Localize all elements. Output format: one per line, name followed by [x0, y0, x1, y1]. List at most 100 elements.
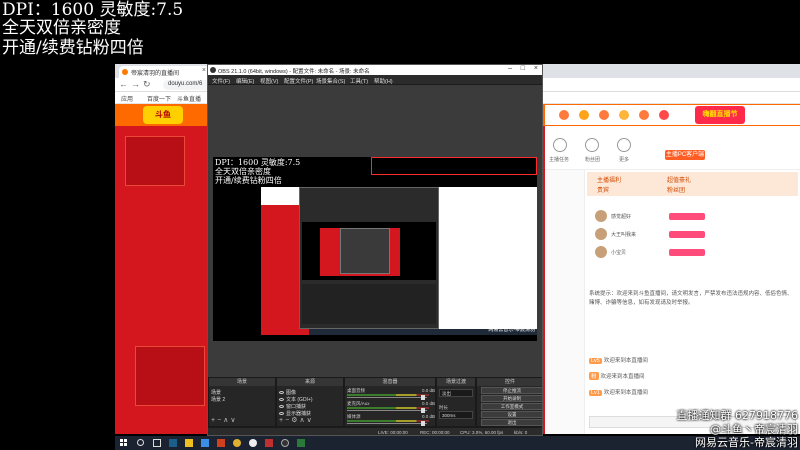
chat-top-toolbar: 主播任务 粉丝团 更多 主播PC客户端	[545, 126, 800, 170]
live-icon[interactable]	[659, 110, 669, 120]
gift-icon[interactable]	[579, 110, 589, 120]
preview-watermark: 直播通知群 627918776 @斗鱼丶帝宸清羽 网易云音乐-帝宸清羽	[484, 315, 535, 333]
start-recording-button[interactable]: 开始录制	[481, 395, 542, 402]
rank-badge	[669, 213, 705, 220]
volume-meter	[347, 394, 429, 396]
menu-profile[interactable]: 配置文件(P)	[284, 77, 313, 85]
minimize-icon[interactable]: –	[508, 65, 512, 72]
menu-help[interactable]: 帮助(H)	[374, 77, 393, 85]
tab-host-benefit[interactable]: 主播福利	[597, 175, 621, 184]
pc-client-button[interactable]: 主播PC客户端	[665, 150, 705, 160]
maximize-icon[interactable]: □	[521, 65, 525, 72]
forward-icon[interactable]: →	[131, 79, 140, 89]
rank-name: 感觉超好	[611, 214, 632, 220]
scene-item[interactable]: 场景	[211, 389, 221, 396]
more-icon[interactable]	[617, 138, 631, 152]
source-item[interactable]: 图像	[279, 389, 296, 396]
preview-overlay-text: DPI：1600 灵敏度:7.5	[215, 158, 301, 167]
bookmark-item[interactable]: 斗鱼直播	[177, 94, 201, 103]
tab-fans[interactable]: 粉丝团	[667, 185, 685, 194]
avatar	[595, 228, 607, 240]
download-icon[interactable]	[639, 110, 649, 120]
dock-title: 混音器	[345, 378, 435, 386]
volume-slider-handle[interactable]	[421, 421, 425, 426]
menu-file[interactable]: 文件(F)	[212, 77, 230, 85]
exit-button[interactable]: 退出	[481, 419, 542, 426]
preview-overlay-text: 开通/续费钻粉四倍	[215, 176, 282, 185]
sources-dock: 来源 图像 文本 (GDI+) 窗口捕获 显示器捕获 +−⚙∧∨	[276, 377, 344, 427]
stop-streaming-button[interactable]: 停止推流	[481, 387, 542, 394]
preview-selection-box	[371, 157, 537, 175]
obs-preview[interactable]: DPI：1600 灵敏度:7.5 全天双倍亲密度 开通/续费钻粉四倍 直播通知群…	[213, 157, 537, 341]
scene-item[interactable]: 场景 2	[211, 396, 225, 403]
settings-button[interactable]: 设置	[481, 411, 542, 418]
chat-message: Lv5 欢迎来到本直播间	[589, 356, 648, 364]
avatar-icon[interactable]	[559, 110, 569, 120]
obs-icon[interactable]	[281, 439, 289, 447]
rank-row[interactable]: 大王叫我来	[589, 228, 796, 242]
windows-start-icon[interactable]	[120, 439, 128, 447]
visibility-icon[interactable]	[279, 398, 284, 402]
site-logo[interactable]: 斗鱼	[143, 106, 183, 124]
bookmark-item[interactable]: 应用	[121, 94, 133, 103]
level-badge: 粉	[589, 372, 599, 380]
close-icon[interactable]: ×	[202, 67, 206, 74]
obs-logo-icon	[210, 67, 216, 73]
tab-gifts[interactable]: 超值豪礼	[667, 175, 691, 184]
live-timer: LIVE: 00:00:00	[378, 430, 408, 435]
volume-slider[interactable]	[347, 410, 427, 411]
obs-docks: 场景 场景 场景 2 +−∧∨ 来源 图像 文本 (GDI+) 窗口捕获 显示器…	[208, 377, 542, 427]
chrome-icon[interactable]	[249, 439, 257, 447]
reload-icon[interactable]: ↻	[143, 79, 151, 90]
menu-view[interactable]: 视图(V)	[260, 77, 278, 85]
rank-row[interactable]: 小宝贝	[589, 246, 796, 260]
task-icon[interactable]	[553, 138, 567, 152]
chat-message: Lv1 欢迎来到本直播间	[589, 388, 648, 396]
volume-slider[interactable]	[347, 423, 427, 424]
source-item[interactable]: 窗口捕获	[279, 403, 306, 410]
volume-meter	[347, 420, 429, 422]
transition-select[interactable]: 淡出	[439, 389, 473, 397]
down-icon[interactable]: ∨	[230, 417, 237, 424]
tab-vip[interactable]: 贵宾	[597, 185, 609, 194]
app-icon[interactable]	[201, 439, 209, 447]
source-item[interactable]: 文本 (GDI+)	[279, 396, 313, 403]
dock-title: 控件	[477, 378, 542, 386]
visibility-icon[interactable]	[279, 405, 284, 409]
douyu-favicon-icon	[122, 69, 128, 75]
menu-tools[interactable]: 工具(T)	[350, 77, 368, 85]
message-icon[interactable]	[599, 110, 609, 120]
bookmark-item[interactable]: 百度一下	[147, 94, 171, 103]
menu-edit[interactable]: 编辑(E)	[236, 77, 254, 85]
history-icon[interactable]	[619, 110, 629, 120]
volume-slider-handle[interactable]	[421, 395, 425, 400]
app-icon[interactable]	[297, 439, 305, 447]
event-badge[interactable]: 嗨翻直播节	[695, 106, 745, 124]
search-icon[interactable]	[137, 439, 144, 446]
task-view-icon[interactable]	[153, 439, 161, 447]
volume-slider-handle[interactable]	[421, 408, 425, 413]
app-icon[interactable]	[265, 439, 273, 447]
chat-text: 欢迎来到本直播间	[600, 374, 645, 380]
rank-tabs: 主播福利 超值豪礼 贵宾 粉丝团	[587, 172, 798, 196]
gift-box-decoration	[135, 346, 205, 406]
studio-mode-button[interactable]: 工作室模式	[481, 403, 542, 410]
fans-icon[interactable]	[585, 138, 599, 152]
volume-slider[interactable]	[347, 397, 427, 398]
folder-icon[interactable]	[185, 439, 193, 447]
down-icon[interactable]: ∨	[307, 417, 314, 424]
rank-badge	[669, 231, 705, 238]
duration-input[interactable]: 300ms	[439, 411, 473, 419]
app-icon[interactable]	[233, 439, 241, 447]
visibility-icon[interactable]	[279, 391, 284, 395]
menu-scene-collection[interactable]: 场景集合(S)	[316, 77, 345, 85]
visibility-icon[interactable]	[279, 412, 284, 416]
back-icon[interactable]: ←	[119, 79, 128, 89]
browser-tab[interactable]: 帝宸清羽的直播间 ×	[119, 66, 209, 78]
app-icon[interactable]	[217, 439, 225, 447]
bitrate: kb/s: 0	[514, 430, 528, 435]
rank-row[interactable]: 感觉超好	[589, 210, 796, 224]
up-icon[interactable]: ∧	[299, 417, 306, 424]
steam-icon[interactable]	[169, 439, 177, 447]
close-icon[interactable]: ×	[534, 65, 538, 72]
